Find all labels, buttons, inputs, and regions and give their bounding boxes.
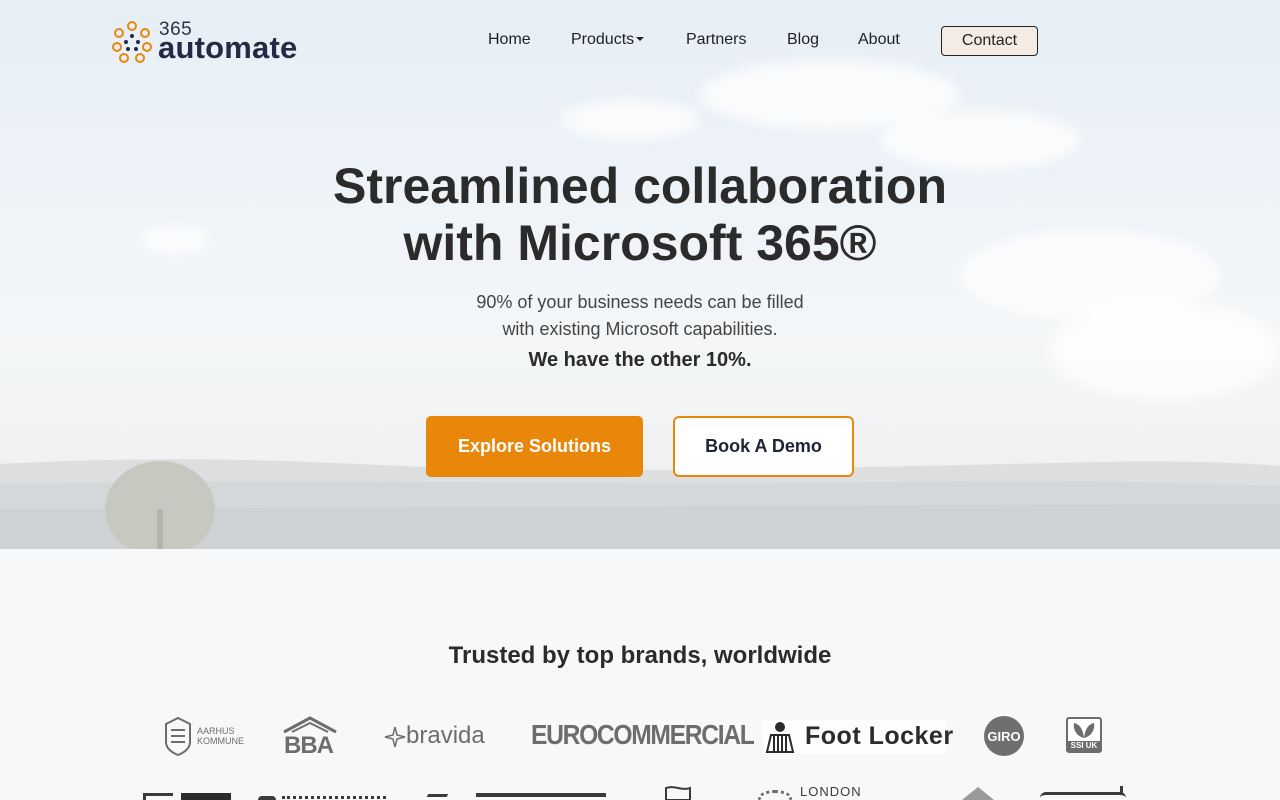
brand-aarhus-line2: KOMMUNE <box>197 736 244 746</box>
brand-logo-eurocommercial: EUROCOMMERCIAL <box>531 719 755 750</box>
nav-blog[interactable]: Blog <box>787 31 819 49</box>
book-demo-button[interactable]: Book A Demo <box>673 416 854 477</box>
logo-wordmark: automate <box>158 30 298 65</box>
brand-logo[interactable]: 365 automate <box>112 18 322 66</box>
brand-london-name: LONDON <box>800 784 862 799</box>
hero-title-line1: Streamlined collaboration <box>332 158 947 214</box>
brand-logo-row2-2 <box>258 793 386 800</box>
brand-logo-jet-aviation <box>426 792 608 800</box>
brand-logo-bravida: bravida <box>384 722 486 752</box>
nav-partners[interactable]: Partners <box>686 31 746 49</box>
hero-title-line2: with Microsoft 365® <box>403 215 877 271</box>
brand-logo-foot-locker: Foot Locker <box>763 720 953 754</box>
brand-logo-aarhus: AARHUS KOMMUNE <box>163 716 245 756</box>
triangle-icon <box>962 787 994 800</box>
brand-giro-name: GIRO <box>987 728 1021 744</box>
leaf-icon <box>1073 723 1095 738</box>
brand-logo-row2-1 <box>143 791 233 800</box>
brand-logo-row2-6 <box>960 786 996 800</box>
brand-logo-row2-7 <box>1040 786 1130 800</box>
brand-logo-ssi-uk: SSI UK <box>1066 717 1102 753</box>
flag-icon <box>665 786 691 800</box>
nav-products-label: Products <box>571 31 635 48</box>
nav-about[interactable]: About <box>858 31 900 49</box>
hero-title: Streamlined collaboration with Microsoft… <box>0 158 1280 272</box>
crest-icon <box>165 716 191 756</box>
brand-logo-giro: GIRO <box>984 716 1024 756</box>
brand-logo-flag <box>664 786 692 800</box>
brand-logo-bba: BBA <box>282 716 338 759</box>
nav-home[interactable]: Home <box>488 31 531 49</box>
brand-foot-locker-name: Foot Locker <box>805 722 954 750</box>
star-icon <box>384 726 406 748</box>
contact-button[interactable]: Contact <box>941 26 1038 56</box>
brand-bravida-name: bravida <box>406 722 485 749</box>
hero-subtitle-line2: with existing Microsoft capabilities. <box>502 319 778 339</box>
logo-mark-icon <box>112 21 152 63</box>
brand-aarhus-line1: AARHUS <box>197 726 235 736</box>
brand-bba-name: BBA <box>284 732 334 759</box>
brand-ssi-uk-name: SSI UK <box>1068 741 1100 751</box>
hero-tagline: We have the other 10%. <box>528 349 752 371</box>
hero-subtitle: 90% of your business needs can be filled… <box>0 289 1280 343</box>
referee-icon <box>765 722 795 753</box>
hero-subtitle-line1: 90% of your business needs can be filled <box>476 292 804 312</box>
brand-logo-london: LONDON <box>758 784 868 800</box>
trusted-title: Trusted by top brands, worldwide <box>448 642 832 669</box>
nav-products[interactable]: Products <box>571 31 645 49</box>
chevron-down-icon <box>636 36 645 41</box>
explore-solutions-button[interactable]: Explore Solutions <box>426 416 643 477</box>
